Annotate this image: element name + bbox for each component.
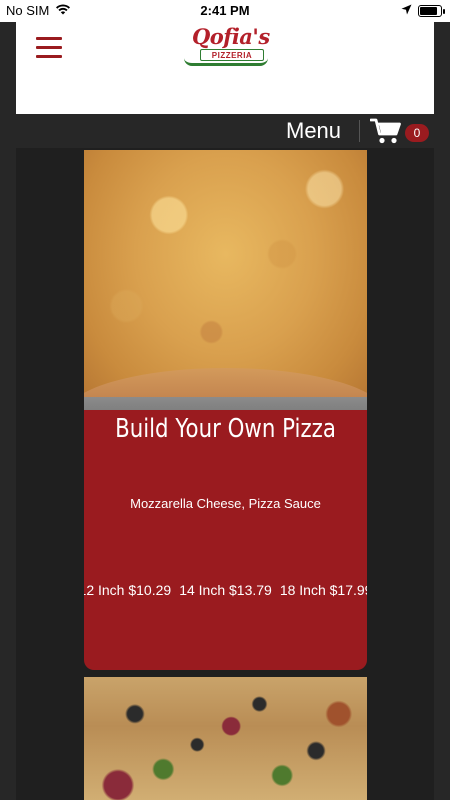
cart-count-badge: 0 bbox=[405, 124, 429, 142]
logo-banner: PIZZERIA bbox=[200, 49, 264, 61]
menu-title: Menu bbox=[286, 118, 342, 143]
menu-divider bbox=[359, 120, 360, 142]
location-arrow-icon bbox=[401, 3, 412, 18]
app-header: Qofia's PIZZERIA bbox=[16, 22, 434, 114]
price-14-inch: 14 Inch $13.79 bbox=[179, 582, 272, 598]
logo-banner-text: PIZZERIA bbox=[211, 51, 253, 60]
pizza-image bbox=[84, 150, 367, 416]
battery-icon bbox=[418, 4, 445, 17]
price-18-inch: 18 Inch $17.99 bbox=[279, 582, 367, 598]
menu-item-prices: 12 Inch $10.29 14 Inch $13.79 18 Inch $1… bbox=[84, 582, 367, 598]
price-12-inch: 12 Inch $10.29 bbox=[84, 582, 172, 598]
cart-button[interactable]: 0 bbox=[370, 117, 429, 145]
menu-item-card[interactable]: Build Your Own Pizza Mozzarella Cheese, … bbox=[84, 150, 367, 670]
menu-item-card-next[interactable] bbox=[84, 677, 367, 800]
logo-script-text: Qofia's bbox=[192, 24, 270, 49]
pizza-crust bbox=[84, 368, 367, 416]
hamburger-icon[interactable] bbox=[36, 37, 62, 59]
menu-item-description: Mozzarella Cheese, Pizza Sauce bbox=[130, 496, 321, 511]
status-bar: No SIM 2:41 PM bbox=[0, 0, 450, 22]
menu-bar: Menu 0 bbox=[0, 114, 450, 148]
shopping-cart-icon bbox=[370, 118, 401, 144]
battery-fill bbox=[420, 6, 437, 15]
menu-content[interactable]: Build Your Own Pizza Mozzarella Cheese, … bbox=[16, 148, 434, 800]
menu-item-title: Build Your Own Pizza bbox=[115, 414, 336, 444]
menu-item-body: Build Your Own Pizza Mozzarella Cheese, … bbox=[84, 410, 367, 670]
status-time: 2:41 PM bbox=[200, 3, 250, 18]
pizzeria-logo[interactable]: Qofia's PIZZERIA bbox=[182, 24, 270, 68]
status-right bbox=[401, 3, 445, 18]
pizza-image-next bbox=[84, 677, 367, 800]
